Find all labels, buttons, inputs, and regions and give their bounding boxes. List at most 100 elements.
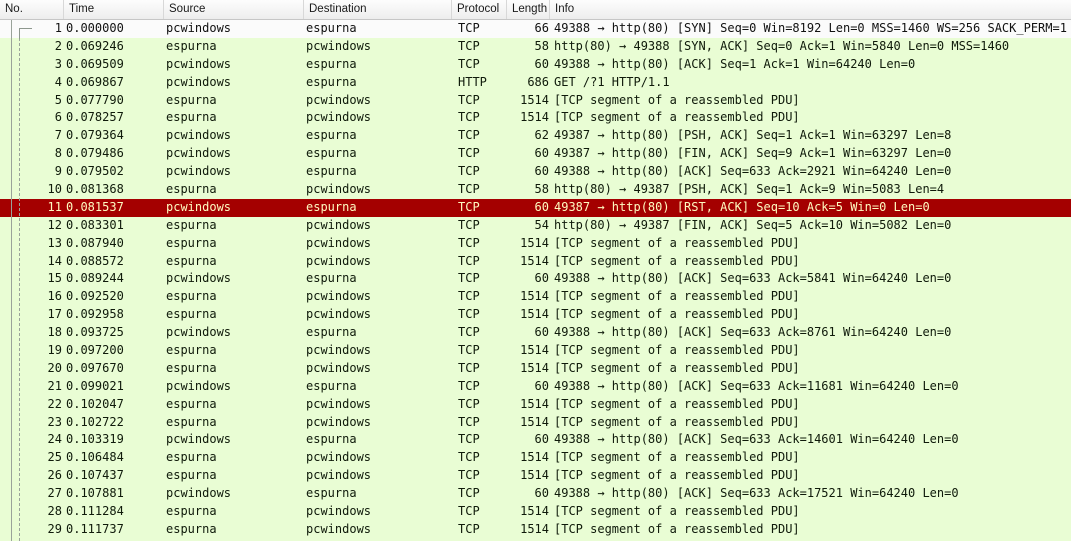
packet-row[interactable]: 17 0.092958 espurna pcwindows TCP 1514 [TCP se… xyxy=(0,306,1071,325)
packet-row[interactable]: 13 0.087940 espurna pcwindows TCP 1514 [TCP se… xyxy=(0,234,1071,253)
packet-no: 28 xyxy=(47,504,62,519)
packet-row[interactable]: 22 0.102047 espurna pcwindows TCP 1514 [TCP se… xyxy=(0,395,1071,414)
packet-row[interactable]: 18 0.093725 pcwindows espurna TCP 60 49388 → h… xyxy=(0,324,1071,343)
packet-row[interactable]: 27 0.107881 pcwindows espurna TCP 60 49388 → h… xyxy=(0,485,1071,504)
packet-destination: espurna xyxy=(306,128,357,143)
packet-source: espurna xyxy=(166,414,217,429)
packet-row[interactable]: 19 0.097200 espurna pcwindows TCP 1514 [TCP se… xyxy=(0,342,1071,360)
packet-row[interactable]: 12 0.083301 espurna pcwindows TCP 54 http(80) … xyxy=(0,216,1071,235)
packet-length: 60 xyxy=(534,325,549,340)
packet-time: 0.069509 xyxy=(66,56,124,71)
packet-source: espurna xyxy=(166,182,217,197)
column-header-time[interactable]: Time xyxy=(64,0,164,19)
packet-length: 66 xyxy=(534,21,549,35)
packet-length: 60 xyxy=(534,271,549,286)
packet-no: 14 xyxy=(47,253,62,268)
packet-destination: pcwindows xyxy=(306,504,372,519)
packet-length: 1514 xyxy=(520,343,549,358)
packet-row[interactable]: 24 0.103319 pcwindows espurna TCP 60 49388 → h… xyxy=(0,431,1071,450)
packet-row[interactable]: 8 0.079486 pcwindows espurna TCP 60 49387 → ht… xyxy=(0,145,1071,164)
packet-destination: espurna xyxy=(306,199,357,214)
packet-row[interactable]: 14 0.088572 espurna pcwindows TCP 1514 [TCP se… xyxy=(0,252,1071,271)
packet-row[interactable]: 5 0.077790 espurna pcwindows TCP 1514 [TCP seg… xyxy=(0,91,1071,110)
packet-info: 49388 → http(80) [ACK] Seq=1 Ack=1 Win=6… xyxy=(554,56,916,71)
packet-time: 0.097670 xyxy=(66,360,124,375)
packet-row[interactable]: 28 0.111284 espurna pcwindows TCP 1514 [TCP se… xyxy=(0,503,1071,521)
packet-time: 0.107881 xyxy=(66,486,124,501)
packet-row[interactable]: 15 0.089244 pcwindows espurna TCP 60 49388 → h… xyxy=(0,270,1071,289)
packet-destination: pcwindows xyxy=(306,521,372,536)
column-header-no[interactable]: No. xyxy=(0,0,64,19)
packet-no: 5 xyxy=(54,92,62,107)
packet-time: 0.087940 xyxy=(66,235,124,250)
tcp-stream-marker-dashed-line xyxy=(19,38,20,541)
packet-length: 1514 xyxy=(520,289,549,304)
packet-no: 26 xyxy=(47,468,62,483)
packet-row[interactable]: 21 0.099021 pcwindows espurna TCP 60 49388 → h… xyxy=(0,377,1071,396)
packet-info: [TCP segment of a reassembled PDU] xyxy=(554,504,800,519)
packet-info: http(80) → 49387 [PSH, ACK] Seq=1 Ack=9 … xyxy=(554,182,945,197)
packet-length: 54 xyxy=(534,217,549,232)
packet-time: 0.089244 xyxy=(66,271,124,286)
packet-row[interactable]: 2 0.069246 espurna pcwindows TCP 58 http(80) →… xyxy=(0,37,1071,56)
packet-row[interactable]: 3 0.069509 pcwindows espurna TCP 60 49388 → ht… xyxy=(0,55,1071,74)
packet-no: 29 xyxy=(47,521,62,536)
packet-source: espurna xyxy=(166,504,217,519)
packet-row[interactable]: 23 0.102722 espurna pcwindows TCP 1514 [TCP se… xyxy=(0,413,1071,432)
packet-list-pane[interactable]: No. Time Source Destination Protocol Len… xyxy=(0,0,1071,541)
packet-no: 22 xyxy=(47,396,62,411)
packet-row[interactable]: 20 0.097670 espurna pcwindows TCP 1514 [TCP se… xyxy=(0,359,1071,378)
packet-row[interactable]: 4 0.069867 pcwindows espurna HTTP 686 GET /?1 … xyxy=(0,73,1071,92)
packet-time: 0.099021 xyxy=(66,378,124,393)
packet-row[interactable]: 7 0.079364 pcwindows espurna TCP 62 49387 → ht… xyxy=(0,127,1071,146)
packet-rows[interactable]: 1 0.000000 pcwindows espurna TCP 66 49388 → ht… xyxy=(0,20,1071,541)
packet-info: 49388 → http(80) [ACK] Seq=633 Ack=8761 … xyxy=(554,325,952,340)
packet-source: espurna xyxy=(166,38,217,53)
packet-length: 1514 xyxy=(520,360,549,375)
packet-destination: pcwindows xyxy=(306,253,372,268)
packet-length: 1514 xyxy=(520,504,549,519)
packet-no: 6 xyxy=(54,110,62,125)
packet-source: espurna xyxy=(166,217,217,232)
packet-time: 0.083301 xyxy=(66,217,124,232)
column-header-info[interactable]: Info xyxy=(550,0,1071,19)
packet-destination: pcwindows xyxy=(306,289,372,304)
packet-length: 1514 xyxy=(520,396,549,411)
packet-source: pcwindows xyxy=(166,325,232,340)
packet-row[interactable]: 10 0.081368 espurna pcwindows TCP 58 http(80) … xyxy=(0,181,1071,199)
column-header-destination[interactable]: Destination xyxy=(304,0,452,19)
packet-row[interactable]: 29 0.111737 espurna pcwindows TCP 1514 [TCP se… xyxy=(0,520,1071,539)
packet-row[interactable]: 9 0.079502 pcwindows espurna TCP 60 49388 → ht… xyxy=(0,163,1071,182)
packet-source: espurna xyxy=(166,343,217,358)
packet-source: pcwindows xyxy=(166,199,232,214)
packet-time: 0.102722 xyxy=(66,414,124,429)
packet-time: 0.111737 xyxy=(66,521,124,536)
packet-no: 12 xyxy=(47,217,62,232)
packet-length: 62 xyxy=(534,128,549,143)
packet-length: 60 xyxy=(534,432,549,447)
packet-source: pcwindows xyxy=(166,164,232,179)
tcp-stream-marker-elbow-icon xyxy=(19,28,32,39)
packet-source: espurna xyxy=(166,396,217,411)
packet-source: pcwindows xyxy=(166,486,232,501)
packet-destination: espurna xyxy=(306,146,357,161)
packet-row[interactable]: 6 0.078257 espurna pcwindows TCP 1514 [TCP seg… xyxy=(0,109,1071,128)
packet-row[interactable]: 26 0.107437 espurna pcwindows TCP 1514 [TCP se… xyxy=(0,467,1071,486)
column-header-source[interactable]: Source xyxy=(164,0,304,19)
packet-info: [TCP segment of a reassembled PDU] xyxy=(554,396,800,411)
packet-row[interactable]: 25 0.106484 espurna pcwindows TCP 1514 [TCP se… xyxy=(0,449,1071,468)
packet-row[interactable]: 16 0.092520 espurna pcwindows TCP 1514 [TCP se… xyxy=(0,288,1071,307)
packet-info: [TCP segment of a reassembled PDU] xyxy=(554,253,800,268)
packet-destination: pcwindows xyxy=(306,38,372,53)
packet-time: 0.078257 xyxy=(66,110,124,125)
packet-length: 60 xyxy=(534,164,549,179)
column-header-length[interactable]: Length xyxy=(507,0,550,19)
packet-destination: espurna xyxy=(306,378,357,393)
packet-time: 0.000000 xyxy=(66,21,124,35)
packet-source: espurna xyxy=(166,450,217,465)
packet-time: 0.103319 xyxy=(66,432,124,447)
packet-row[interactable]: 1 0.000000 pcwindows espurna TCP 66 49388 → ht… xyxy=(0,20,1071,38)
column-header-protocol[interactable]: Protocol xyxy=(452,0,507,19)
packet-info: 49387 → http(80) [PSH, ACK] Seq=1 Ack=1 … xyxy=(554,128,952,143)
packet-row[interactable]: 11 0.081537 pcwindows espurna TCP 60 49387 → h… xyxy=(0,198,1071,217)
